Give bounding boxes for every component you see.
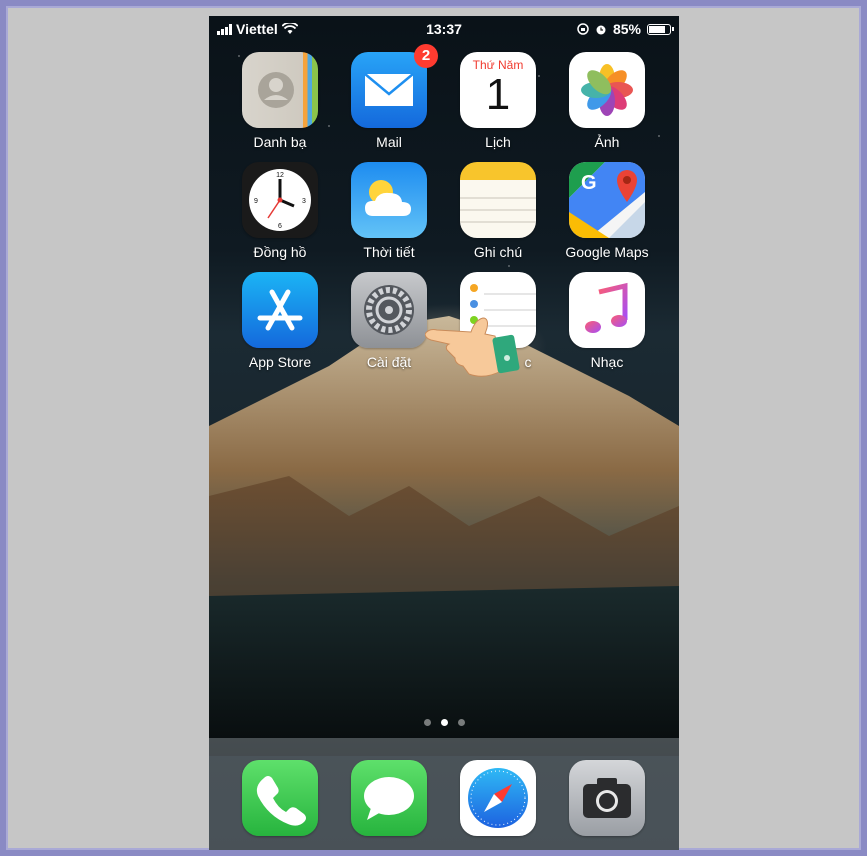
safari-icon[interactable]: [460, 760, 536, 836]
app-label: Nhạc: [590, 354, 624, 370]
settings-icon: [351, 272, 427, 348]
clock-icon: 12 3 6 9: [242, 162, 318, 238]
app-notes[interactable]: Ghi chú: [443, 162, 553, 260]
svg-text:G: G: [581, 172, 597, 194]
app-label: App Store: [248, 354, 312, 370]
svg-text:6: 6: [278, 223, 282, 230]
app-label: Mail: [376, 134, 402, 150]
app-calendar[interactable]: Thứ Năm 1 Lịch: [443, 52, 553, 150]
alarm-icon: [596, 25, 606, 35]
music-icon: [569, 272, 645, 348]
status-bar: Viettel 13:37 85%: [209, 16, 679, 42]
messages-icon[interactable]: [351, 760, 427, 836]
google-maps-icon: G: [569, 162, 645, 238]
app-music[interactable]: Nhạc: [552, 272, 662, 370]
app-label: Ghi chú: [473, 244, 523, 260]
app-app-store[interactable]: App Store: [225, 272, 335, 370]
app-label: Thời tiết: [363, 244, 415, 260]
phone-screen: Viettel 13:37 85% Danh bạ 2 Mail Thứ Năm…: [209, 16, 679, 850]
svg-text:9: 9: [254, 198, 258, 205]
app-label: Lịch: [485, 134, 511, 150]
page-indicator[interactable]: [209, 719, 679, 726]
app-photos[interactable]: Ảnh: [552, 52, 662, 150]
orientation-lock-icon: [577, 23, 589, 35]
weather-icon: [351, 162, 427, 238]
app-label: Google Maps: [565, 244, 649, 260]
page-dot[interactable]: [457, 719, 465, 726]
app-clock[interactable]: 12 3 6 9 Đồng hồ: [225, 162, 335, 260]
photos-icon: [569, 52, 645, 128]
phone-icon[interactable]: [242, 760, 318, 836]
app-store-icon: [242, 272, 318, 348]
app-google-maps[interactable]: G Google Maps: [552, 162, 662, 260]
app-contacts[interactable]: Danh bạ: [225, 52, 335, 150]
calendar-icon: Thứ Năm 1: [460, 52, 536, 128]
battery-percent: 85%: [612, 21, 641, 37]
app-label: Ảnh: [594, 134, 620, 150]
app-label: Đồng hồ: [253, 244, 307, 260]
dock: [209, 738, 679, 850]
app-mail[interactable]: 2 Mail: [334, 44, 444, 150]
page-dot[interactable]: [423, 719, 431, 726]
calendar-date: 1: [485, 70, 511, 119]
contacts-icon: [242, 52, 318, 128]
svg-text:3: 3: [302, 198, 306, 205]
mail-badge: 2: [414, 44, 438, 68]
page-dot-active[interactable]: [440, 719, 448, 726]
app-label: Danh bạ: [253, 134, 307, 150]
svg-text:12: 12: [276, 172, 284, 179]
pointing-hand-icon: [425, 317, 520, 377]
notes-icon: [460, 162, 536, 238]
camera-icon[interactable]: [569, 760, 645, 836]
battery-icon: [647, 23, 674, 35]
app-weather[interactable]: Thời tiết: [334, 162, 444, 260]
